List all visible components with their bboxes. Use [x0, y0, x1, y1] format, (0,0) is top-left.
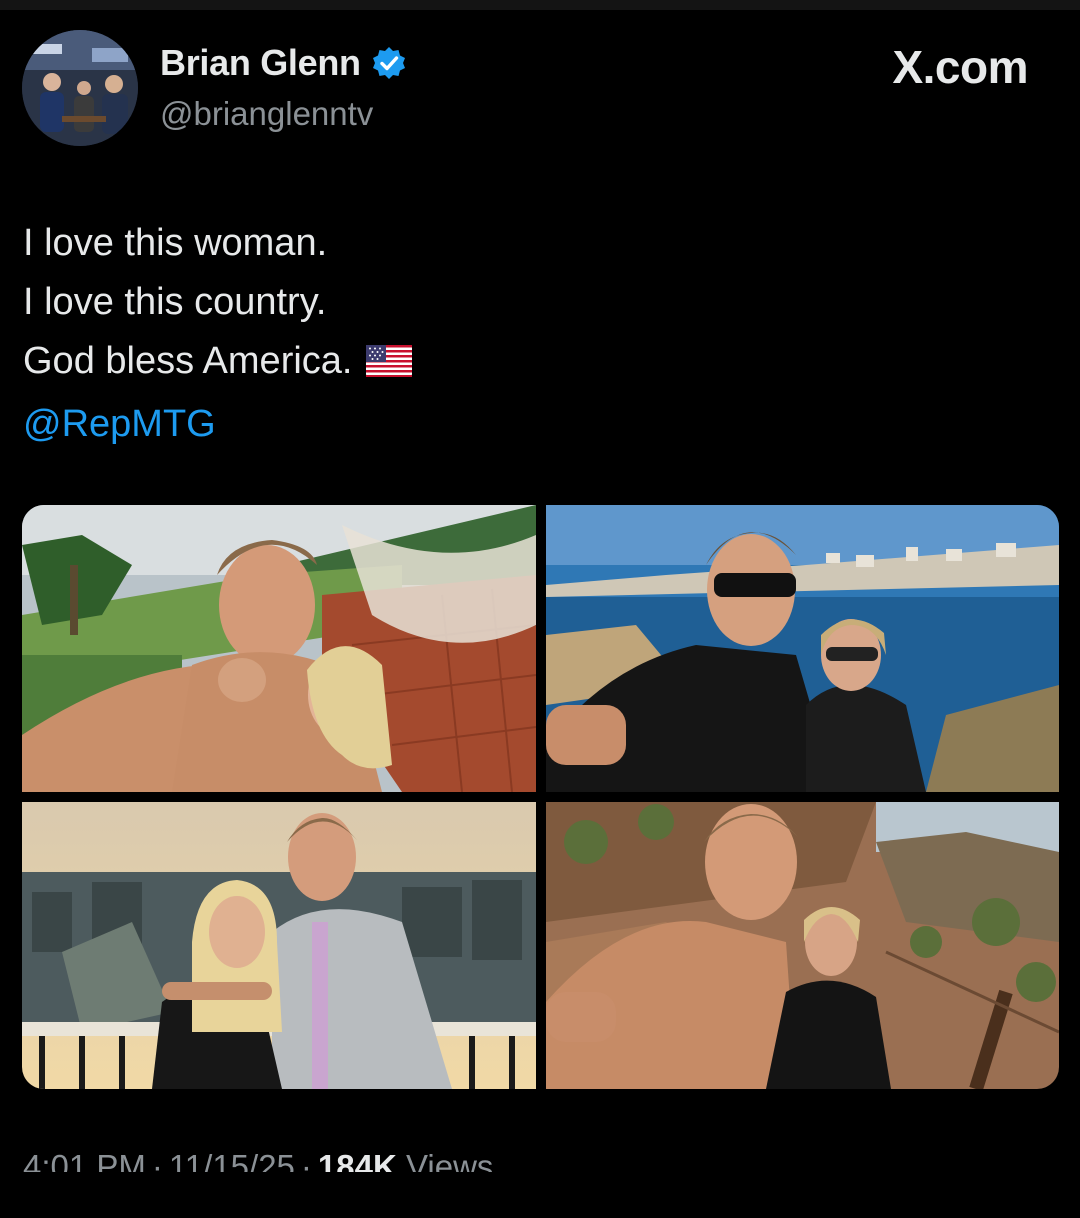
media-photo-3[interactable] [22, 802, 536, 1089]
brand-label: X.com [892, 41, 1028, 93]
bay-selfie-image [546, 505, 1059, 792]
hiking-selfie-image [546, 802, 1059, 1089]
sunset-balcony-image [22, 802, 536, 1089]
tweet-line-3: God bless America. [23, 332, 413, 395]
media-photo-2[interactable] [546, 505, 1059, 792]
tweet-text: I love this woman. I love this country. … [23, 214, 413, 454]
top-edge [0, 0, 1080, 10]
flag-usa-icon [366, 336, 413, 395]
tweet-line-1: I love this woman. [23, 222, 328, 264]
author-name-row: Brian Glenn [160, 42, 407, 84]
screenshot-crop-edge [0, 1172, 1080, 1218]
selfie-kiss-image [22, 505, 536, 792]
profile-photo-icon [22, 30, 138, 146]
mention-link[interactable]: @RepMTG [23, 395, 412, 454]
verified-badge-icon [371, 45, 407, 81]
tweet-line-2: I love this country. [23, 281, 327, 323]
author-display-name[interactable]: Brian Glenn [160, 42, 361, 84]
author-handle[interactable]: @brianglenntv [160, 95, 373, 133]
media-photo-1[interactable] [22, 505, 536, 792]
tweet-line-3-text: God bless America. [23, 340, 353, 382]
media-photo-4[interactable] [546, 802, 1059, 1089]
avatar[interactable] [22, 30, 138, 146]
media-grid [22, 505, 1059, 1089]
